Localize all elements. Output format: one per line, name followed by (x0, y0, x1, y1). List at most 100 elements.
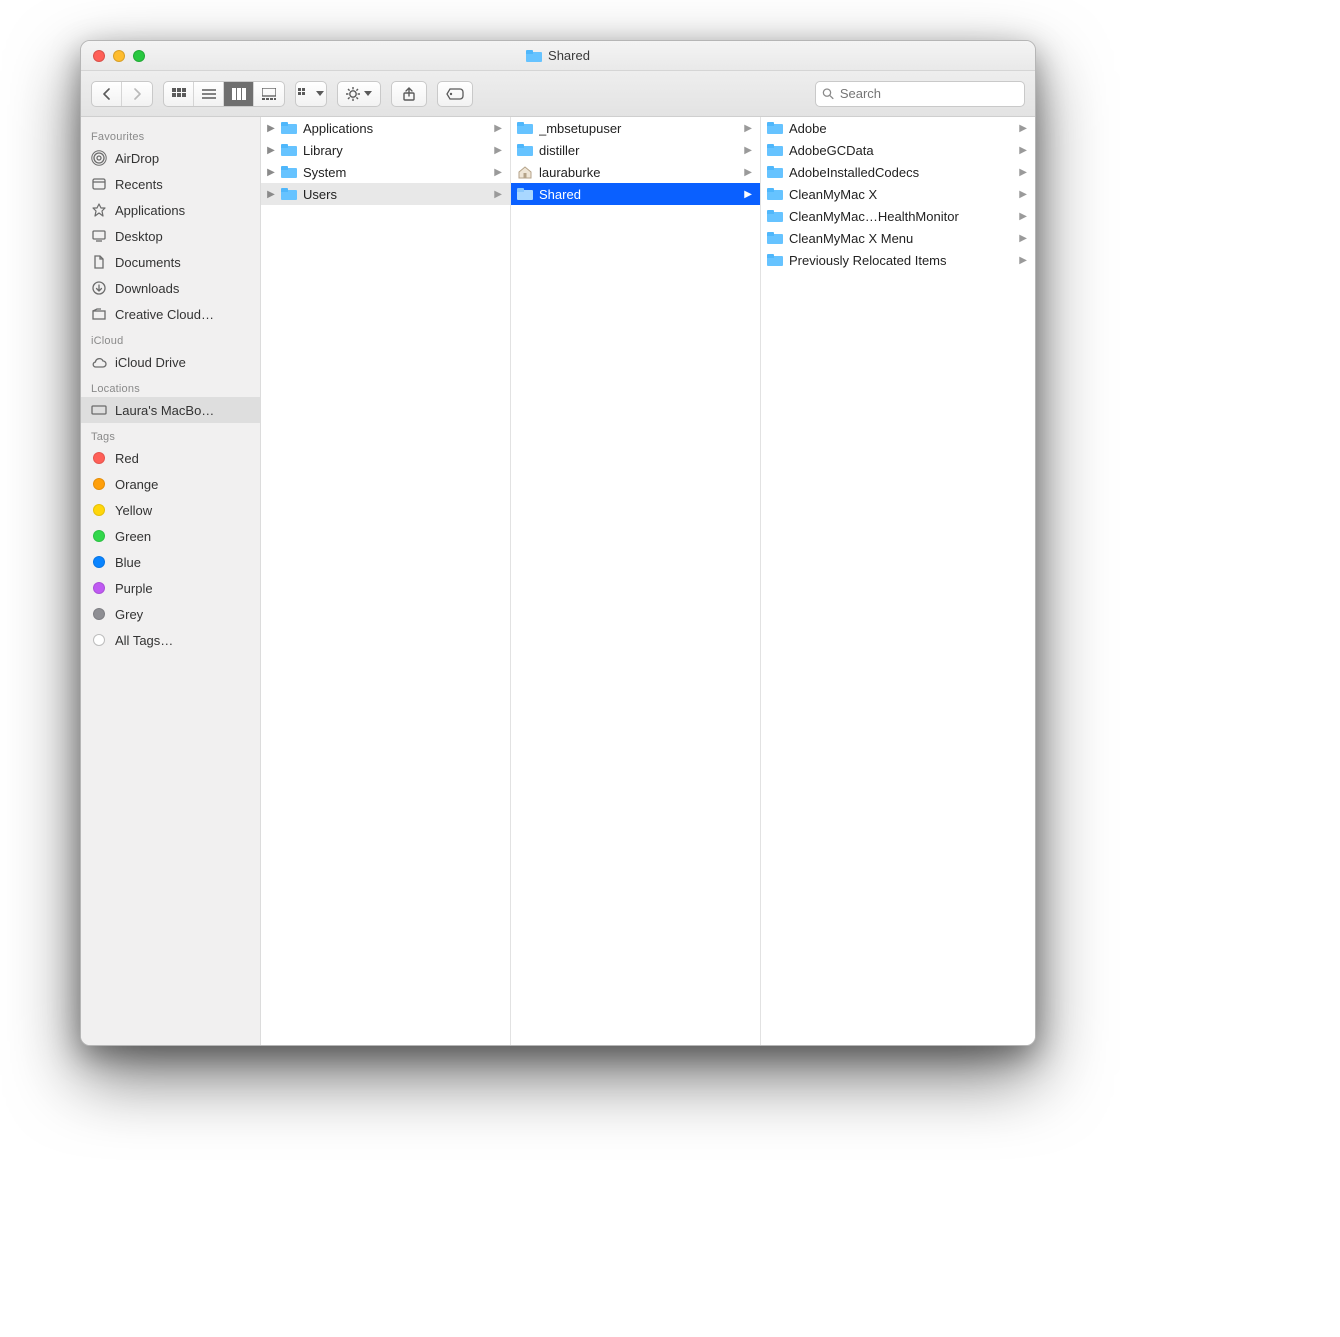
sidebar-item-recents-icon (91, 176, 107, 192)
sidebar: Favourites AirDrop Recents Applications … (81, 117, 261, 1045)
list-item[interactable]: Previously Relocated Items ▶ (761, 249, 1035, 271)
chevron-right-icon: ▶ (1017, 189, 1029, 200)
chevron-right-icon: ▶ (1017, 255, 1029, 266)
tags-button[interactable] (437, 81, 473, 107)
list-item[interactable]: CleanMyMac…HealthMonitor ▶ (761, 205, 1035, 227)
column-2[interactable]: Adobe ▶ AdobeGCData ▶ AdobeInstalledCode… (761, 117, 1035, 1045)
file-name: Adobe (789, 121, 1011, 136)
sidebar-item-recents[interactable]: Recents (81, 171, 260, 197)
view-column-button[interactable] (224, 82, 254, 106)
chevron-right-icon: ▶ (1017, 211, 1029, 222)
sidebar-tag-all[interactable]: All Tags… (81, 627, 260, 653)
list-item[interactable]: ▶ Applications ▶ (261, 117, 510, 139)
list-item[interactable]: ▶ Library ▶ (261, 139, 510, 161)
window-title-text: Shared (548, 48, 590, 63)
list-item[interactable]: AdobeGCData ▶ (761, 139, 1035, 161)
sidebar-tag-red[interactable]: Red (81, 445, 260, 471)
sidebar-item-label: Laura's MacBo… (115, 403, 214, 418)
sidebar-tag-blue[interactable]: Blue (81, 549, 260, 575)
tag-dot-icon (91, 554, 107, 570)
window-title: Shared (81, 41, 1035, 70)
list-item[interactable]: CleanMyMac X ▶ (761, 183, 1035, 205)
zoom-button[interactable] (133, 50, 145, 62)
sidebar-item-label: Documents (115, 255, 181, 270)
list-item[interactable]: AdobeInstalledCodecs ▶ (761, 161, 1035, 183)
list-item[interactable]: Adobe ▶ (761, 117, 1035, 139)
home-icon (517, 165, 533, 179)
sidebar-item-device[interactable]: Laura's MacBo… (81, 397, 260, 423)
back-button[interactable] (92, 82, 122, 106)
chevron-right-icon: ▶ (742, 123, 754, 134)
sidebar-item-downloads[interactable]: Downloads (81, 275, 260, 301)
chevron-right-icon: ▶ (1017, 233, 1029, 244)
search-icon (822, 87, 834, 100)
column-0[interactable]: ▶ Applications ▶ ▶ Library ▶ ▶ System ▶ … (261, 117, 511, 1045)
list-item[interactable]: ▶ System ▶ (261, 161, 510, 183)
view-gallery-button[interactable] (254, 82, 284, 106)
group-by[interactable] (295, 81, 327, 107)
sidebar-item-label: Applications (115, 203, 185, 218)
close-button[interactable] (93, 50, 105, 62)
minimize-button[interactable] (113, 50, 125, 62)
sidebar-item-label: Creative Cloud… (115, 307, 214, 322)
view-mode (163, 81, 285, 107)
sidebar-tag-yellow[interactable]: Yellow (81, 497, 260, 523)
sidebar-item-applications[interactable]: Applications (81, 197, 260, 223)
sidebar-tag-green[interactable]: Green (81, 523, 260, 549)
folder-icon (767, 122, 783, 134)
gear-icon (346, 87, 360, 101)
sidebar-heading-icloud: iCloud (81, 327, 260, 349)
view-icon-button[interactable] (164, 82, 194, 106)
sidebar-item-label: iCloud Drive (115, 355, 186, 370)
sidebar-item-icloud-drive[interactable]: iCloud Drive (81, 349, 260, 375)
file-name: Previously Relocated Items (789, 253, 1011, 268)
file-name: Library (303, 143, 486, 158)
sidebar-item-airdrop[interactable]: AirDrop (81, 145, 260, 171)
sidebar-item-device-icon (91, 402, 107, 418)
list-item[interactable]: _mbsetupuser ▶ (511, 117, 760, 139)
sidebar-item-label: Desktop (115, 229, 163, 244)
tag-dot-icon (91, 632, 107, 648)
tag-dot-icon (91, 476, 107, 492)
list-item[interactable]: lauraburke ▶ (511, 161, 760, 183)
tag-dot-icon (91, 580, 107, 596)
file-name: Applications (303, 121, 486, 136)
list-item[interactable]: CleanMyMac X Menu ▶ (761, 227, 1035, 249)
folder-icon (767, 144, 783, 156)
search-field[interactable] (815, 81, 1025, 107)
folder-icon (767, 188, 783, 200)
action-menu[interactable] (337, 81, 381, 107)
sidebar-tag-orange[interactable]: Orange (81, 471, 260, 497)
sidebar-item-applications-icon (91, 202, 107, 218)
sidebar-tag-purple[interactable]: Purple (81, 575, 260, 601)
list-item[interactable]: ▶ Users ▶ (261, 183, 510, 205)
tag-dot-icon (91, 606, 107, 622)
file-name: AdobeGCData (789, 143, 1011, 158)
chevron-down-icon (364, 91, 372, 96)
chevron-right-icon: ▶ (1017, 145, 1029, 156)
file-name: Users (303, 187, 486, 202)
sidebar-item-label: Recents (115, 177, 163, 192)
view-list-button[interactable] (194, 82, 224, 106)
file-name: CleanMyMac X Menu (789, 231, 1011, 246)
sidebar-item-label: Green (115, 529, 151, 544)
folder-icon (281, 122, 297, 134)
sidebar-item-creative-cloud--icon (91, 306, 107, 322)
column-browser: ▶ Applications ▶ ▶ Library ▶ ▶ System ▶ … (261, 117, 1035, 1045)
share-button[interactable] (391, 81, 427, 107)
chevron-right-icon: ▶ (742, 145, 754, 156)
path-indicator-icon: ▶ (267, 145, 275, 156)
list-item[interactable]: Shared ▶ (511, 183, 760, 205)
forward-button[interactable] (122, 82, 152, 106)
sidebar-item-creative-cloud-[interactable]: Creative Cloud… (81, 301, 260, 327)
list-item[interactable]: distiller ▶ (511, 139, 760, 161)
sidebar-item-label: Yellow (115, 503, 152, 518)
sidebar-item-desktop[interactable]: Desktop (81, 223, 260, 249)
sidebar-tag-grey[interactable]: Grey (81, 601, 260, 627)
column-1[interactable]: _mbsetupuser ▶ distiller ▶ lauraburke ▶ … (511, 117, 761, 1045)
search-input[interactable] (840, 86, 1018, 101)
sidebar-item-label: Orange (115, 477, 158, 492)
sidebar-heading-tags: Tags (81, 423, 260, 445)
titlebar[interactable]: Shared (81, 41, 1035, 71)
sidebar-item-documents[interactable]: Documents (81, 249, 260, 275)
